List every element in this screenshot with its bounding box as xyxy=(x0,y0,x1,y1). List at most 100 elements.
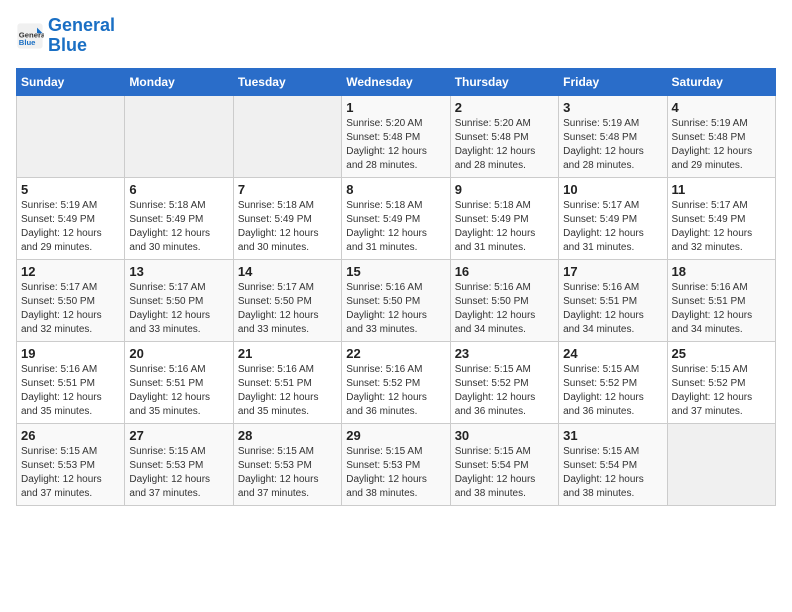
day-number: 20 xyxy=(129,346,228,361)
weekday-header-row: SundayMondayTuesdayWednesdayThursdayFrid… xyxy=(17,68,776,95)
svg-text:Blue: Blue xyxy=(19,38,36,47)
day-cell: 12 Sunrise: 5:17 AMSunset: 5:50 PMDayligh… xyxy=(17,259,125,341)
day-info: Sunrise: 5:20 AMSunset: 5:48 PMDaylight:… xyxy=(346,117,445,173)
day-info: Sunrise: 5:15 AMSunset: 5:54 PMDaylight:… xyxy=(563,445,662,501)
week-row-4: 19 Sunrise: 5:16 AMSunset: 5:51 PMDayligh… xyxy=(17,341,776,423)
weekday-header-monday: Monday xyxy=(125,68,233,95)
week-row-2: 5 Sunrise: 5:19 AMSunset: 5:49 PMDaylight… xyxy=(17,177,776,259)
page-header: General Blue GeneralBlue xyxy=(16,16,776,56)
day-cell: 6 Sunrise: 5:18 AMSunset: 5:49 PMDaylight… xyxy=(125,177,233,259)
day-number: 27 xyxy=(129,428,228,443)
day-info: Sunrise: 5:18 AMSunset: 5:49 PMDaylight:… xyxy=(129,199,228,255)
day-cell: 24Sunrise: 5:15 AMSunset: 5:52 PMDayligh… xyxy=(559,341,667,423)
day-info: Sunrise: 5:18 AMSunset: 5:49 PMDaylight:… xyxy=(455,199,554,255)
day-cell: 27Sunrise: 5:15 AMSunset: 5:53 PMDayligh… xyxy=(125,423,233,505)
day-cell: 23 Sunrise: 5:15 AMSunset: 5:52 PMDayligh… xyxy=(450,341,558,423)
day-number: 8 xyxy=(346,182,445,197)
day-number: 24 xyxy=(563,346,662,361)
day-number: 25 xyxy=(672,346,771,361)
day-cell: 9Sunrise: 5:18 AMSunset: 5:49 PMDaylight… xyxy=(450,177,558,259)
day-number: 11 xyxy=(672,182,771,197)
day-cell: 21Sunrise: 5:16 AMSunset: 5:51 PMDayligh… xyxy=(233,341,341,423)
calendar-table: SundayMondayTuesdayWednesdayThursdayFrid… xyxy=(16,68,776,506)
day-info: Sunrise: 5:18 AMSunset: 5:49 PMDaylight:… xyxy=(238,199,337,255)
day-cell xyxy=(17,95,125,177)
day-number: 3 xyxy=(563,100,662,115)
day-cell: 2 Sunrise: 5:20 AMSunset: 5:48 PMDaylight… xyxy=(450,95,558,177)
day-info: Sunrise: 5:15 AMSunset: 5:53 PMDaylight:… xyxy=(346,445,445,501)
day-number: 7 xyxy=(238,182,337,197)
day-info: Sunrise: 5:16 AMSunset: 5:51 PMDaylight:… xyxy=(21,363,120,419)
day-info: Sunrise: 5:15 AMSunset: 5:52 PMDaylight:… xyxy=(672,363,771,419)
day-cell: 3 Sunrise: 5:19 AMSunset: 5:48 PMDaylight… xyxy=(559,95,667,177)
day-info: Sunrise: 5:15 AMSunset: 5:54 PMDaylight:… xyxy=(455,445,554,501)
day-info: Sunrise: 5:16 AMSunset: 5:51 PMDaylight:… xyxy=(129,363,228,419)
day-cell: 10Sunrise: 5:17 AMSunset: 5:49 PMDayligh… xyxy=(559,177,667,259)
day-cell: 1 Sunrise: 5:20 AMSunset: 5:48 PMDaylight… xyxy=(342,95,450,177)
weekday-header-saturday: Saturday xyxy=(667,68,775,95)
day-info: Sunrise: 5:18 AMSunset: 5:49 PMDaylight:… xyxy=(346,199,445,255)
day-cell: 15Sunrise: 5:16 AMSunset: 5:50 PMDayligh… xyxy=(342,259,450,341)
day-number: 5 xyxy=(21,182,120,197)
weekday-header-tuesday: Tuesday xyxy=(233,68,341,95)
day-info: Sunrise: 5:15 AMSunset: 5:53 PMDaylight:… xyxy=(21,445,120,501)
logo: General Blue GeneralBlue xyxy=(16,16,115,56)
day-cell: 4 Sunrise: 5:19 AMSunset: 5:48 PMDaylight… xyxy=(667,95,775,177)
day-info: Sunrise: 5:19 AMSunset: 5:49 PMDaylight:… xyxy=(21,199,120,255)
day-number: 4 xyxy=(672,100,771,115)
day-info: Sunrise: 5:16 AMSunset: 5:50 PMDaylight:… xyxy=(455,281,554,337)
day-info: Sunrise: 5:19 AMSunset: 5:48 PMDaylight:… xyxy=(672,117,771,173)
logo-icon: General Blue xyxy=(16,22,44,50)
weekday-header-wednesday: Wednesday xyxy=(342,68,450,95)
day-number: 1 xyxy=(346,100,445,115)
day-cell: 17Sunrise: 5:16 AMSunset: 5:51 PMDayligh… xyxy=(559,259,667,341)
day-cell: 18Sunrise: 5:16 AMSunset: 5:51 PMDayligh… xyxy=(667,259,775,341)
week-row-3: 12 Sunrise: 5:17 AMSunset: 5:50 PMDayligh… xyxy=(17,259,776,341)
day-cell: 31 Sunrise: 5:15 AMSunset: 5:54 PMDayligh… xyxy=(559,423,667,505)
weekday-header-thursday: Thursday xyxy=(450,68,558,95)
day-cell: 30Sunrise: 5:15 AMSunset: 5:54 PMDayligh… xyxy=(450,423,558,505)
day-cell: 22 Sunrise: 5:16 AMSunset: 5:52 PMDayligh… xyxy=(342,341,450,423)
day-number: 26 xyxy=(21,428,120,443)
day-cell: 8 Sunrise: 5:18 AMSunset: 5:49 PMDaylight… xyxy=(342,177,450,259)
day-info: Sunrise: 5:15 AMSunset: 5:52 PMDaylight:… xyxy=(455,363,554,419)
day-info: Sunrise: 5:16 AMSunset: 5:50 PMDaylight:… xyxy=(346,281,445,337)
day-number: 31 xyxy=(563,428,662,443)
day-info: Sunrise: 5:20 AMSunset: 5:48 PMDaylight:… xyxy=(455,117,554,173)
day-cell: 26 Sunrise: 5:15 AMSunset: 5:53 PMDayligh… xyxy=(17,423,125,505)
day-number: 16 xyxy=(455,264,554,279)
weekday-header-sunday: Sunday xyxy=(17,68,125,95)
day-number: 6 xyxy=(129,182,228,197)
day-cell xyxy=(667,423,775,505)
day-info: Sunrise: 5:15 AMSunset: 5:53 PMDaylight:… xyxy=(238,445,337,501)
day-cell: 13 Sunrise: 5:17 AMSunset: 5:50 PMDayligh… xyxy=(125,259,233,341)
day-number: 13 xyxy=(129,264,228,279)
day-cell: 7 Sunrise: 5:18 AMSunset: 5:49 PMDaylight… xyxy=(233,177,341,259)
day-number: 22 xyxy=(346,346,445,361)
day-number: 14 xyxy=(238,264,337,279)
day-info: Sunrise: 5:17 AMSunset: 5:49 PMDaylight:… xyxy=(672,199,771,255)
day-cell: 16 Sunrise: 5:16 AMSunset: 5:50 PMDayligh… xyxy=(450,259,558,341)
day-cell xyxy=(233,95,341,177)
day-cell: 28 Sunrise: 5:15 AMSunset: 5:53 PMDayligh… xyxy=(233,423,341,505)
day-cell: 19 Sunrise: 5:16 AMSunset: 5:51 PMDayligh… xyxy=(17,341,125,423)
day-number: 29 xyxy=(346,428,445,443)
week-row-1: 1 Sunrise: 5:20 AMSunset: 5:48 PMDaylight… xyxy=(17,95,776,177)
day-number: 10 xyxy=(563,182,662,197)
day-cell: 20 Sunrise: 5:16 AMSunset: 5:51 PMDayligh… xyxy=(125,341,233,423)
logo-text: GeneralBlue xyxy=(48,16,115,56)
day-info: Sunrise: 5:16 AMSunset: 5:51 PMDaylight:… xyxy=(238,363,337,419)
day-info: Sunrise: 5:19 AMSunset: 5:48 PMDaylight:… xyxy=(563,117,662,173)
day-info: Sunrise: 5:17 AMSunset: 5:50 PMDaylight:… xyxy=(129,281,228,337)
day-number: 28 xyxy=(238,428,337,443)
weekday-header-friday: Friday xyxy=(559,68,667,95)
day-number: 2 xyxy=(455,100,554,115)
day-number: 23 xyxy=(455,346,554,361)
day-info: Sunrise: 5:16 AMSunset: 5:51 PMDaylight:… xyxy=(563,281,662,337)
day-number: 12 xyxy=(21,264,120,279)
day-info: Sunrise: 5:16 AMSunset: 5:52 PMDaylight:… xyxy=(346,363,445,419)
day-number: 19 xyxy=(21,346,120,361)
day-info: Sunrise: 5:17 AMSunset: 5:50 PMDaylight:… xyxy=(21,281,120,337)
day-cell: 14Sunrise: 5:17 AMSunset: 5:50 PMDayligh… xyxy=(233,259,341,341)
day-cell: 25 Sunrise: 5:15 AMSunset: 5:52 PMDayligh… xyxy=(667,341,775,423)
